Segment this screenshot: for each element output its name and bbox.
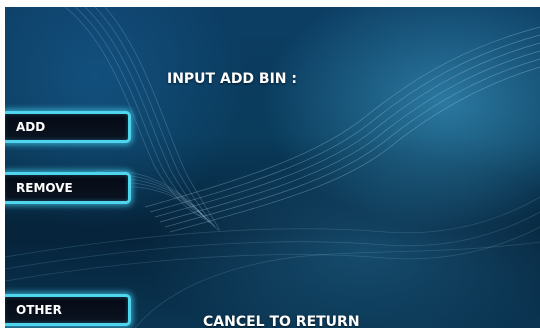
- cancel-instruction: CANCEL TO RETURN: [203, 314, 360, 328]
- other-button-label: OTHER: [16, 303, 62, 317]
- remove-button-label: REMOVE: [16, 181, 73, 195]
- remove-button[interactable]: REMOVE: [5, 172, 131, 204]
- add-button-label: ADD: [16, 120, 46, 134]
- add-button[interactable]: ADD: [5, 111, 131, 143]
- atm-screen: INPUT ADD BIN : ADD REMOVE OTHER CANCEL …: [5, 7, 540, 328]
- screen-title: INPUT ADD BIN :: [167, 71, 297, 87]
- other-button[interactable]: OTHER: [5, 294, 131, 326]
- background-wave-art: [5, 7, 540, 328]
